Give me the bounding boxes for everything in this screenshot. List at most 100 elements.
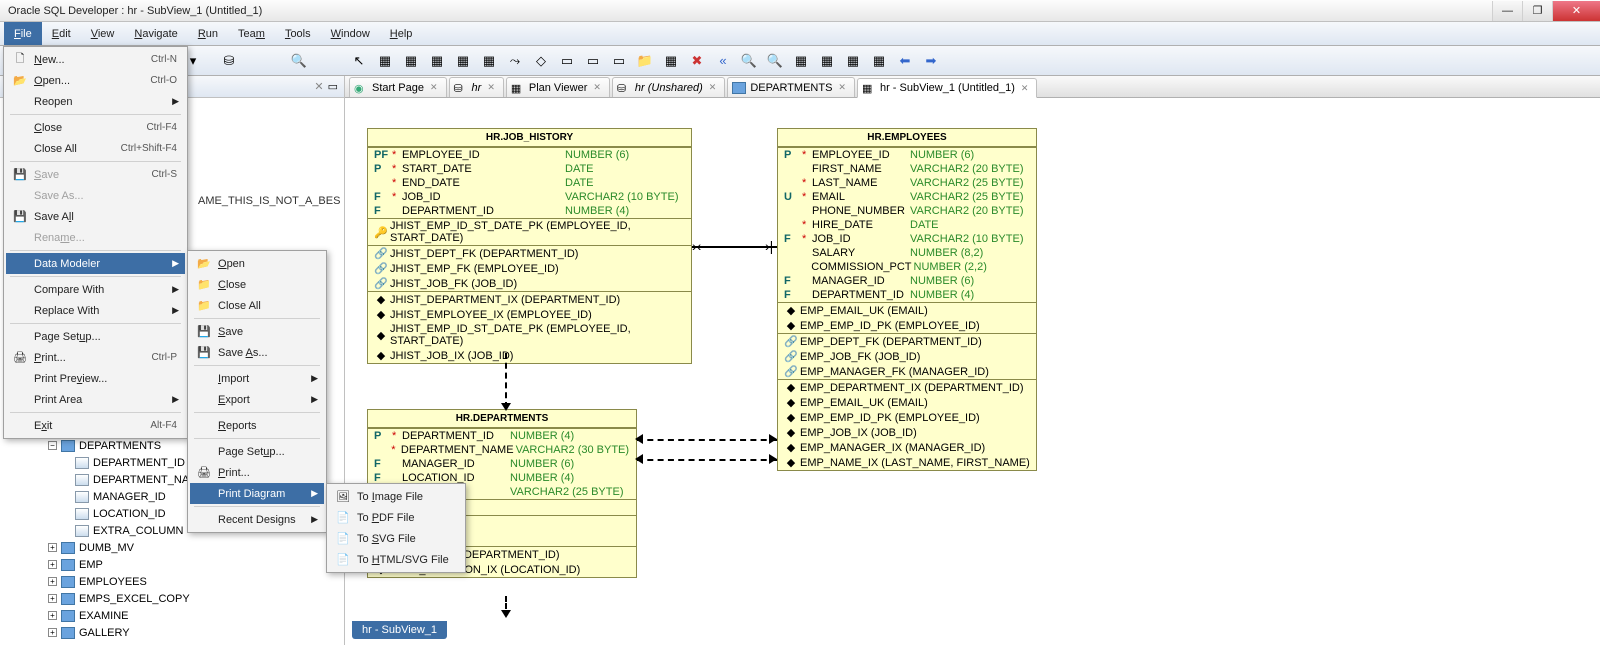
toolbar-layout2-icon[interactable]: ▦ [842, 50, 864, 72]
close-icon[interactable]: ✕ [430, 82, 438, 93]
menu-help[interactable]: Help [380, 22, 423, 45]
tree-item[interactable]: +EMPLOYEES [48, 573, 344, 590]
menu-item-to-pdf[interactable]: 📄To PDF File [329, 507, 463, 528]
menu-window[interactable]: Window [321, 22, 380, 45]
menu-item-to-image[interactable]: 🖼To Image File [329, 486, 463, 507]
toolbar-tool10-icon[interactable]: ▭ [608, 50, 630, 72]
toolbar-view-icon[interactable]: ▦ [400, 50, 422, 72]
entity-employees[interactable]: HR.EMPLOYEES P*EMPLOYEE_IDNUMBER (6)FIRS… [777, 128, 1037, 471]
toolbar-zoomin-icon[interactable]: 🔍 [738, 50, 760, 72]
menu-item-dm-print[interactable]: 🖨Print... [190, 462, 324, 483]
menu-item-reopen[interactable]: Reopen▶ [6, 91, 185, 112]
window-minimize-button[interactable]: — [1492, 1, 1522, 21]
toolbar-tool9-icon[interactable]: ▭ [582, 50, 604, 72]
toolbar-del-icon[interactable]: ✖ [686, 50, 708, 72]
tab-departments[interactable]: DEPARTMENTS✕ [727, 77, 855, 97]
tree-collapse-icon[interactable]: − [48, 441, 57, 450]
menu-item-new[interactable]: 🗋New...Ctrl-N [6, 49, 185, 70]
close-icon[interactable]: ✕ [593, 82, 601, 93]
toolbar-prev-icon[interactable]: ⬅ [894, 50, 916, 72]
toolbar-zoomout-icon[interactable]: 🔍 [764, 50, 786, 72]
tree-item[interactable]: +EXAMINE [48, 607, 344, 624]
menu-item-compare-with[interactable]: Compare With▶ [6, 279, 185, 300]
diagram-canvas[interactable]: HR.JOB_HISTORY PF*EMPLOYEE_IDNUMBER (6)P… [345, 98, 1600, 645]
menu-item-save-all[interactable]: 💾Save All [6, 206, 185, 227]
menu-item-page-setup[interactable]: Page Setup... [6, 326, 185, 347]
toolbar-tool5-icon[interactable]: ▦ [478, 50, 500, 72]
menu-item-exit[interactable]: ExitAlt-F4 [6, 415, 185, 436]
toolbar-tool8-icon[interactable]: ▭ [556, 50, 578, 72]
menu-item-open[interactable]: 📂Open...Ctrl-O [6, 70, 185, 91]
tab-hr-unshared[interactable]: ⛁hr (Unshared)✕ [612, 77, 725, 97]
tab-plan-viewer[interactable]: ▦Plan Viewer✕ [506, 77, 610, 97]
menu-item-dm-recent[interactable]: Recent Designs▶ [190, 509, 324, 530]
window-maximize-button[interactable]: ❐ [1522, 1, 1552, 21]
close-icon[interactable]: ✕ [487, 82, 495, 93]
tree-item[interactable]: +EMPS_EXCEL_COPY [48, 590, 344, 607]
menu-item-dm-close-all[interactable]: 📁Close All [190, 295, 324, 316]
tree-expand-icon[interactable]: + [48, 594, 57, 603]
toolbar-link-icon[interactable]: ⤳ [504, 50, 526, 72]
tree-item[interactable]: +DUMB_MV [48, 539, 344, 556]
close-icon[interactable]: ✕ [838, 82, 846, 93]
toolbar-table-icon[interactable]: ▦ [374, 50, 396, 72]
menu-team[interactable]: Team [228, 22, 275, 45]
menu-item-print-area[interactable]: Print Area▶ [6, 389, 185, 410]
menu-edit[interactable]: Edit [42, 22, 81, 45]
window-close-button[interactable]: ✕ [1552, 1, 1600, 21]
menu-item-print-preview[interactable]: Print Preview... [6, 368, 185, 389]
tree-expand-icon[interactable]: + [48, 611, 57, 620]
menu-item-dm-import[interactable]: Import▶ [190, 368, 324, 389]
bottom-tab-subview[interactable]: hr - SubView_1 [352, 621, 447, 639]
menu-item-to-svg[interactable]: 📄To SVG File [329, 528, 463, 549]
sidebar-close-icon[interactable]: ✕ [314, 80, 323, 93]
tab-subview[interactable]: ▦hr - SubView_1 (Untitled_1)✕ [857, 78, 1037, 98]
toolbar-note-icon[interactable]: ▦ [660, 50, 682, 72]
toolbar-tool4-icon[interactable]: ▦ [452, 50, 474, 72]
tree-expand-icon[interactable]: + [48, 628, 57, 637]
diagram-icon: ▦ [862, 82, 876, 94]
menu-item-dm-reports[interactable]: Reports [190, 415, 324, 436]
sidebar-pin-icon[interactable]: ▭ [328, 80, 338, 93]
menu-item-dm-close[interactable]: 📁Close [190, 274, 324, 295]
toolbar-fit-icon[interactable]: ▦ [790, 50, 812, 72]
menu-item-dm-export[interactable]: Export▶ [190, 389, 324, 410]
menu-item-close-all[interactable]: Close AllCtrl+Shift-F4 [6, 138, 185, 159]
toolbar-next-icon[interactable]: ➡ [920, 50, 942, 72]
tab-hr[interactable]: ⛁hr✕ [449, 77, 504, 97]
toolbar-tool7-icon[interactable]: ◇ [530, 50, 552, 72]
menu-item-dm-save[interactable]: 💾Save [190, 321, 324, 342]
menu-view[interactable]: View [81, 22, 125, 45]
menu-item-data-modeler[interactable]: Data Modeler▶ [6, 253, 185, 274]
tree-expand-icon[interactable]: + [48, 560, 57, 569]
toolbar-pointer-icon[interactable]: ↖ [348, 50, 370, 72]
menu-item-dm-page-setup[interactable]: Page Setup... [190, 441, 324, 462]
menu-item-to-html-svg[interactable]: 📄To HTML/SVG File [329, 549, 463, 570]
toolbar-sql-icon[interactable]: ⛁ [218, 50, 240, 72]
tree-item-truncated[interactable]: AME_THIS_IS_NOT_A_BES [198, 192, 344, 209]
menu-file[interactable]: File [4, 22, 42, 45]
tree-expand-icon[interactable]: + [48, 577, 57, 586]
close-icon[interactable]: ✕ [1021, 83, 1029, 94]
toolbar-find-icon[interactable]: 🔍 [288, 50, 310, 72]
menu-item-close[interactable]: CloseCtrl-F4 [6, 117, 185, 138]
menu-navigate[interactable]: Navigate [124, 22, 187, 45]
menu-item-print[interactable]: 🖨Print...Ctrl-P [6, 347, 185, 368]
close-icon[interactable]: ✕ [709, 82, 717, 93]
tree-item[interactable]: +GALLERY [48, 624, 344, 641]
tree-item[interactable]: +EMP [48, 556, 344, 573]
menu-item-dm-open[interactable]: 📂Open [190, 253, 324, 274]
toolbar-layout3-icon[interactable]: ▦ [868, 50, 890, 72]
entity-job-history[interactable]: HR.JOB_HISTORY PF*EMPLOYEE_IDNUMBER (6)P… [367, 128, 692, 364]
toolbar-rewind-icon[interactable]: « [712, 50, 734, 72]
menu-item-dm-print-diagram[interactable]: Print Diagram▶ [190, 483, 324, 504]
menu-item-dm-save-as[interactable]: 💾Save As... [190, 342, 324, 363]
toolbar-folder-icon[interactable]: 📁 [634, 50, 656, 72]
toolbar-layout1-icon[interactable]: ▦ [816, 50, 838, 72]
tab-start-page[interactable]: ◉Start Page✕ [349, 77, 447, 97]
menu-item-replace-with[interactable]: Replace With▶ [6, 300, 185, 321]
menu-run[interactable]: Run [188, 22, 228, 45]
tree-expand-icon[interactable]: + [48, 543, 57, 552]
toolbar-tool3-icon[interactable]: ▦ [426, 50, 448, 72]
menu-tools[interactable]: Tools [275, 22, 321, 45]
